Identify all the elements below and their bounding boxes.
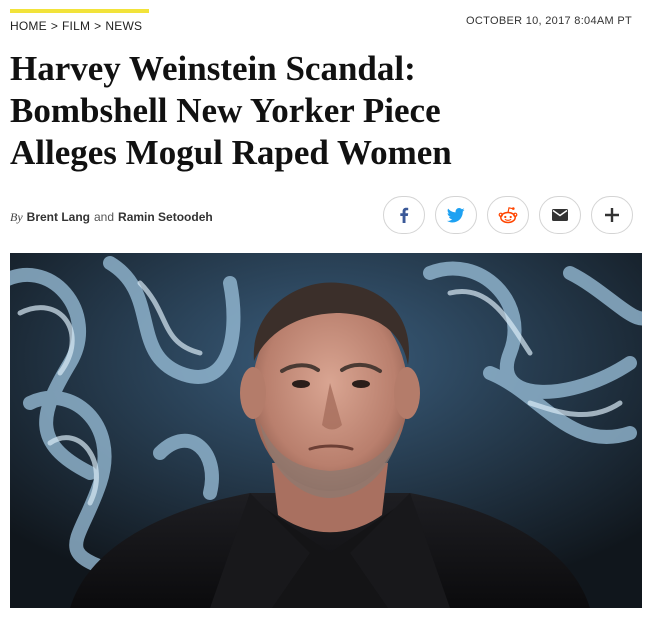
facebook-icon — [400, 207, 409, 223]
article-photo — [10, 253, 642, 608]
breadcrumb: HOME > FILM > NEWS — [10, 19, 142, 33]
breadcrumb-separator: > — [50, 19, 59, 33]
headline-line-2: Bombshell New Yorker Piece — [10, 91, 441, 130]
twitter-share-button[interactable] — [435, 196, 477, 234]
breadcrumb-news[interactable]: NEWS — [105, 19, 142, 33]
byline-conjunction: and — [94, 210, 115, 224]
article-headline: Harvey Weinstein Scandal: Bombshell New … — [10, 48, 630, 174]
email-share-button[interactable] — [539, 196, 581, 234]
more-share-button[interactable] — [591, 196, 633, 234]
plus-icon — [605, 208, 619, 222]
share-bar — [383, 196, 633, 234]
byline: By Brent Lang and Ramin Setoodeh — [10, 210, 213, 225]
headline-line-1: Harvey Weinstein Scandal: — [10, 49, 416, 88]
section-accent-rule — [10, 9, 149, 13]
hero-image[interactable] — [10, 253, 642, 608]
reddit-icon — [498, 207, 518, 224]
headline-line-3: Alleges Mogul Raped Women — [10, 133, 452, 172]
email-icon — [552, 209, 568, 221]
author-link-2[interactable]: Ramin Setoodeh — [118, 210, 213, 224]
twitter-icon — [447, 207, 465, 222]
byline-prefix: By — [10, 210, 23, 224]
publish-date: OCTOBER 10, 2017 8:04AM PT — [466, 15, 632, 27]
breadcrumb-separator: > — [94, 19, 102, 33]
breadcrumb-film[interactable]: FILM — [62, 19, 90, 33]
facebook-share-button[interactable] — [383, 196, 425, 234]
reddit-share-button[interactable] — [487, 196, 529, 234]
breadcrumb-home[interactable]: HOME — [10, 19, 47, 33]
author-link-1[interactable]: Brent Lang — [27, 210, 90, 224]
